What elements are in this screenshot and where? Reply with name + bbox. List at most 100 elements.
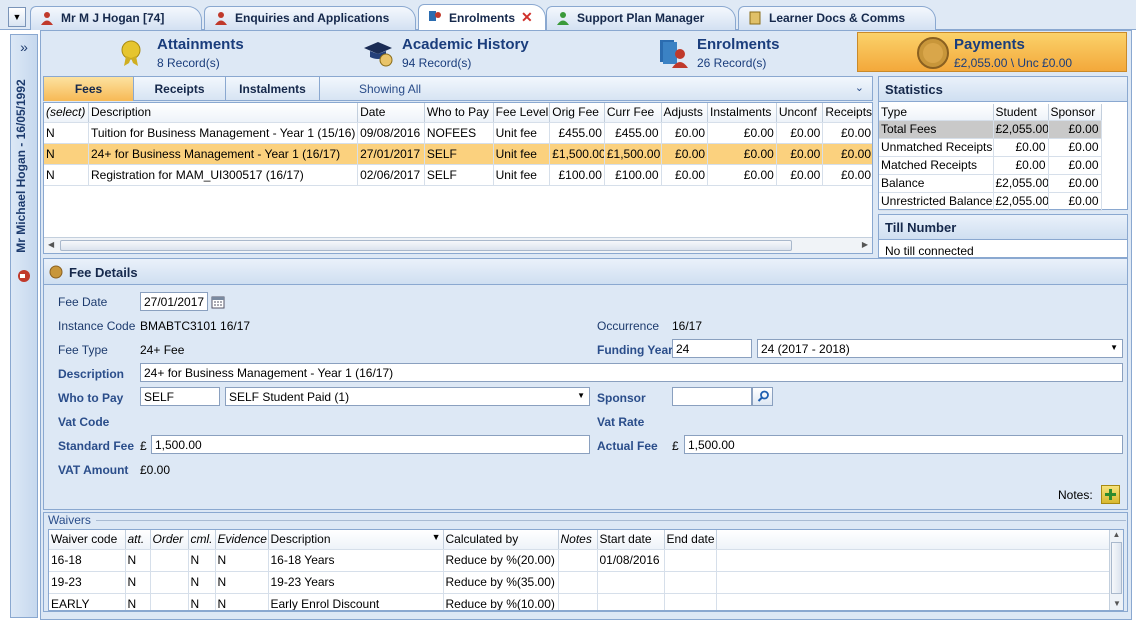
horizontal-scrollbar[interactable]: ◀ ▶ [44, 237, 872, 253]
tab-support-plan[interactable]: Support Plan Manager [546, 6, 736, 30]
payments-card[interactable]: Payments £2,055.00 \ Unc £0.00 [857, 32, 1127, 72]
academic-history-card[interactable]: Academic History 94 Record(s) [362, 34, 582, 74]
column-header[interactable]: Who to Pay [424, 103, 494, 123]
table-cell: N [188, 593, 216, 610]
fee-details-panel: Fee Details Fee Date 27/01/2017 Instance… [43, 258, 1128, 510]
tab-learner[interactable]: Mr M J Hogan [74] [30, 6, 202, 30]
statistics-row[interactable]: Total Fees £2,055.00 £0.00 [879, 120, 1102, 139]
table-cell: £0.00 [707, 122, 777, 144]
who-to-pay-label: Who to Pay [58, 391, 124, 405]
funding-year-select[interactable]: 24 (2017 - 2018) [757, 339, 1123, 358]
column-header[interactable]: Description [88, 103, 359, 123]
attainments-card[interactable]: Attainments 8 Record(s) [117, 34, 317, 74]
statistics-panel: Statistics Type Student Sponsor Total Fe… [878, 76, 1128, 211]
attainments-title: Attainments [157, 36, 244, 53]
table-cell: £0.00 [993, 138, 1049, 157]
column-header[interactable]: cml. [188, 530, 216, 550]
sponsor-input[interactable] [672, 387, 752, 406]
table-cell: £0.00 [1048, 156, 1102, 175]
column-header[interactable]: Unconf [776, 103, 824, 123]
table-cell [597, 593, 665, 610]
scroll-left-icon[interactable]: ◀ [48, 240, 54, 249]
tab-enrolments[interactable]: Enrolments ✕ [418, 4, 546, 31]
description-input[interactable]: 24+ for Business Management - Year 1 (16… [140, 363, 1123, 382]
column-header[interactable]: Notes [558, 530, 598, 550]
table-cell: £0.00 [822, 164, 872, 186]
sponsor-search-button[interactable] [752, 387, 773, 406]
tab-fees[interactable]: Fees [44, 77, 134, 101]
column-header[interactable]: Receipts [822, 103, 872, 123]
table-cell: £0.00 [661, 143, 709, 165]
search-icon [757, 390, 769, 402]
column-header[interactable]: Waiver code [49, 530, 126, 550]
enrolments-card[interactable]: Enrolments 26 Record(s) [657, 34, 847, 74]
column-header[interactable]: Calculated by [443, 530, 559, 550]
table-cell: 24+ for Business Management - Year 1 (16… [88, 143, 359, 165]
tab-enquiries[interactable]: Enquiries and Applications [204, 6, 416, 30]
statistics-row[interactable]: Unrestricted Balance £2,055.00 £0.00 [879, 192, 1102, 211]
tab-learner-docs[interactable]: Learner Docs & Comms [738, 6, 936, 30]
table-cell: N [125, 549, 151, 572]
fee-date-input[interactable]: 27/01/2017 [140, 292, 208, 311]
table-cell: £0.00 [822, 143, 872, 165]
column-header[interactable]: Curr Fee [604, 103, 662, 123]
waiver-row[interactable]: EARLY N N N Early Enrol Discount Reduce by %(… [49, 593, 1110, 610]
tab-instalments[interactable]: Instalments [226, 77, 320, 101]
vat-amount-value: £0.00 [140, 463, 171, 477]
fee-row[interactable]: N Tuition for Business Management - Year … [44, 122, 872, 144]
table-cell: £0.00 [1048, 192, 1102, 211]
column-header[interactable]: Date [357, 103, 425, 123]
column-header[interactable]: Fee Level [493, 103, 551, 123]
table-cell: £2,055.00 [993, 192, 1049, 211]
fee-row[interactable]: N Registration for MAM_UI300517 (16/17) 02… [44, 164, 872, 186]
statistics-title: Statistics [879, 77, 1127, 102]
statistics-row[interactable]: Unmatched Receipts £0.00 £0.00 [879, 138, 1102, 157]
who-to-pay-select[interactable]: SELF Student Paid (1) [225, 387, 590, 406]
scrollbar-thumb[interactable] [1111, 542, 1122, 594]
scroll-right-icon[interactable]: ▶ [862, 240, 868, 249]
table-cell: 09/08/2016 [357, 122, 425, 144]
table-cell: £100.00 [549, 164, 605, 186]
expand-sidebar-icon[interactable]: » [11, 39, 37, 55]
statistics-row[interactable]: Balance £2,055.00 £0.00 [879, 174, 1102, 193]
tab-receipts[interactable]: Receipts [134, 77, 226, 101]
funding-year-input[interactable]: 24 [672, 339, 752, 358]
table-cell: N [44, 143, 89, 165]
table-cell: N [44, 164, 89, 186]
column-header[interactable]: Adjusts [661, 103, 709, 123]
table-cell: 16-18 Years [268, 549, 444, 572]
vat-amount-label: VAT Amount [58, 463, 129, 477]
scroll-down-icon[interactable]: ▼ [1113, 599, 1121, 608]
collapse-chevron-icon[interactable]: ⌄ [855, 81, 864, 94]
column-header[interactable]: Instalments [707, 103, 777, 123]
add-note-button[interactable] [1101, 485, 1120, 504]
column-header[interactable]: Description ▼ [268, 530, 444, 550]
column-header[interactable]: Orig Fee [549, 103, 605, 123]
who-to-pay-input[interactable]: SELF [140, 387, 220, 406]
column-header: Type [879, 104, 994, 121]
standard-fee-input[interactable]: 1,500.00 [151, 435, 590, 454]
column-header[interactable]: Start date [597, 530, 665, 550]
waiver-row[interactable]: 16-18 N N N 16-18 Years Reduce by %(20.00) 01/… [49, 549, 1110, 572]
tab-menu-dropdown[interactable]: ▼ [8, 7, 26, 27]
scroll-up-icon[interactable]: ▲ [1110, 530, 1123, 539]
waivers-panel: Waivers Waiver code att. Order cml. Evid… [43, 512, 1128, 612]
table-cell: Unmatched Receipts [879, 138, 994, 157]
column-header: Student [993, 104, 1049, 121]
column-header[interactable]: (select) [44, 103, 89, 123]
close-tab-icon[interactable]: ✕ [521, 9, 533, 25]
scrollbar-thumb[interactable] [60, 240, 792, 251]
table-cell: Early Enrol Discount [268, 593, 444, 610]
vat-rate-label: Vat Rate [597, 415, 645, 429]
column-header[interactable]: End date [664, 530, 717, 550]
column-header[interactable]: Order [150, 530, 189, 550]
calendar-icon[interactable] [211, 295, 225, 309]
vertical-scrollbar[interactable]: ▲ ▼ [1109, 530, 1123, 610]
column-header[interactable]: att. [125, 530, 151, 550]
actual-fee-input[interactable]: 1,500.00 [684, 435, 1123, 454]
fee-row[interactable]: N 24+ for Business Management - Year 1 (1… [44, 143, 872, 165]
waiver-row[interactable]: 19-23 N N N 19-23 Years Reduce by %(35.00) [49, 571, 1110, 594]
table-cell: N [188, 549, 216, 572]
statistics-row[interactable]: Matched Receipts £0.00 £0.00 [879, 156, 1102, 175]
column-header[interactable]: Evidence [215, 530, 269, 550]
